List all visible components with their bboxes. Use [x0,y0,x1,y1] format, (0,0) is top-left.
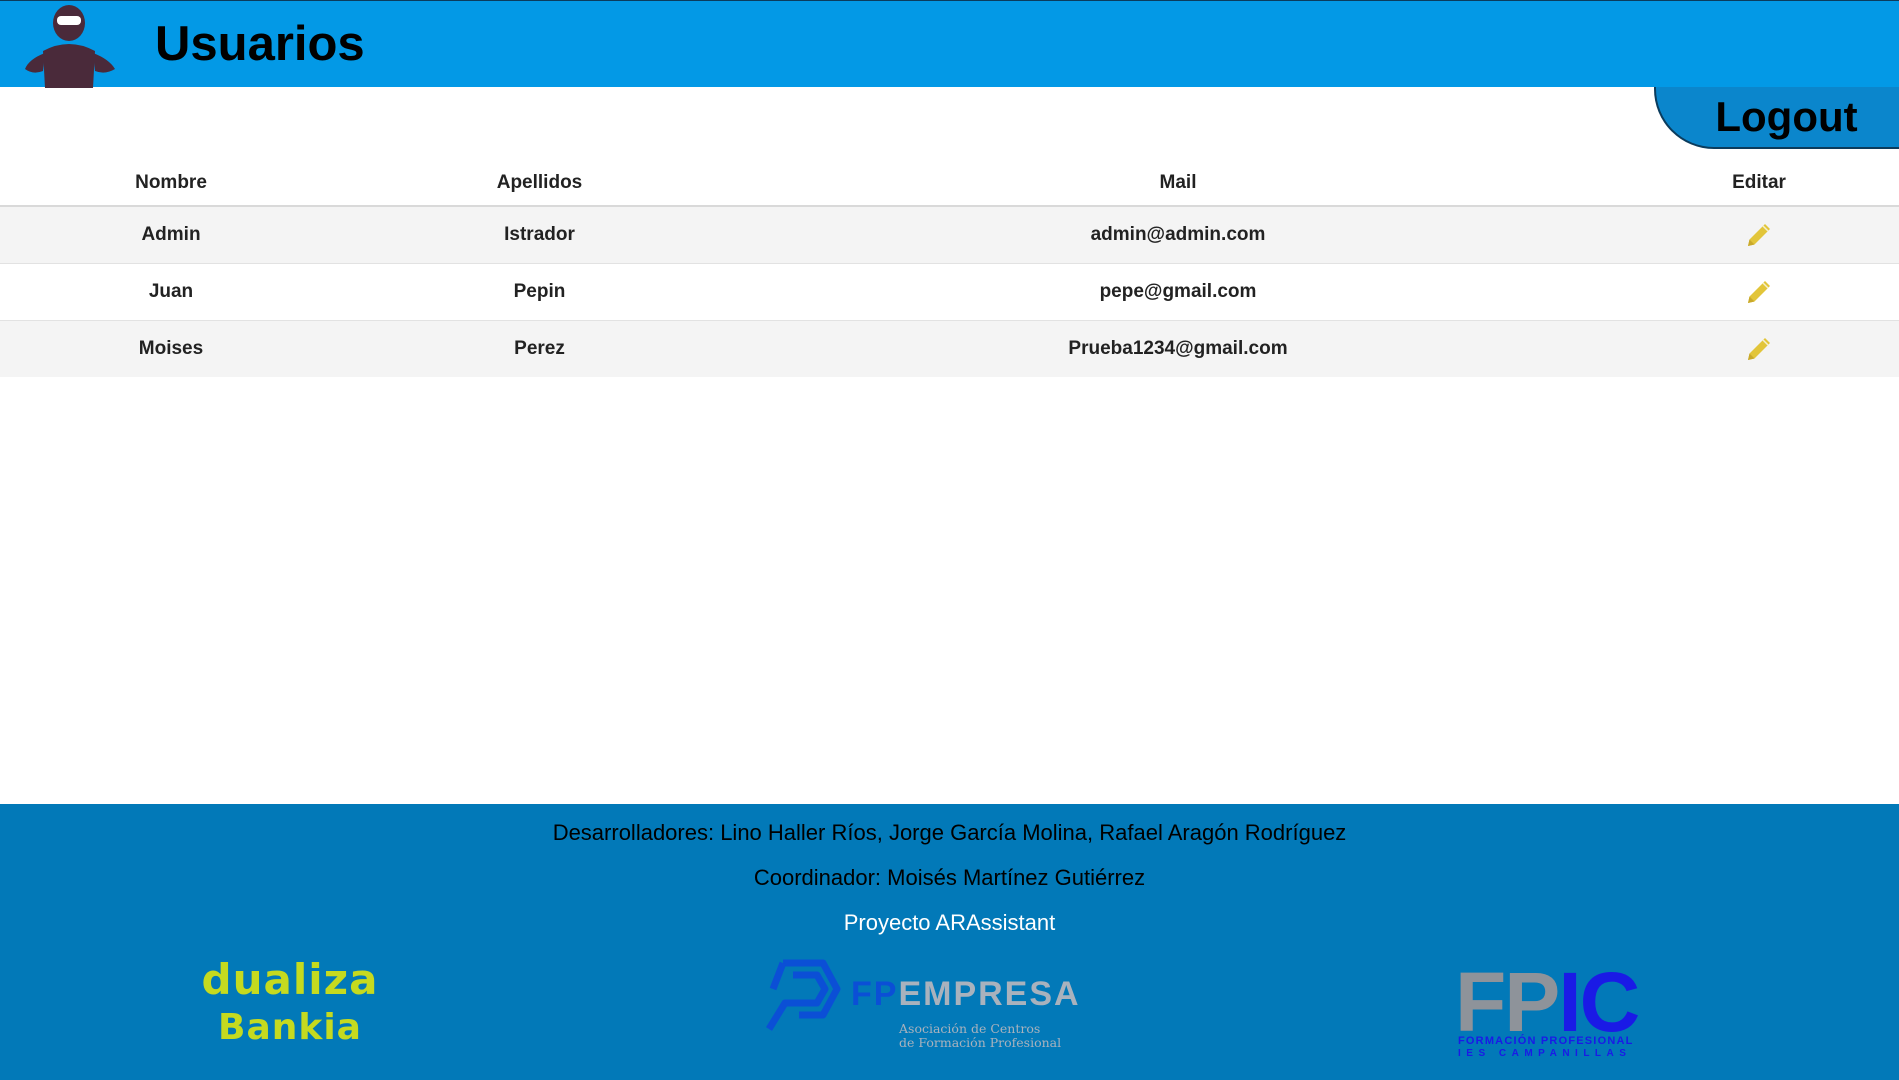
cell-editar [1619,263,1899,321]
user-avatar-icon [25,5,115,88]
column-header-apellidos: Apellidos [342,160,737,207]
cell-editar [1619,206,1899,264]
cell-apellidos: Perez [342,320,737,377]
cell-apellidos: Istrador [342,206,737,264]
pencil-icon[interactable] [1744,334,1774,364]
fpic-subtitle-1: FORMACIÓN PROFESIONAL [1458,1034,1634,1047]
cell-nombre: Admin [0,206,342,264]
dualiza-wordmark: dualiza [201,955,379,1004]
coordinator-credit: Coordinador: Moisés Martínez Gutiérrez [753,865,1146,890]
bankia-wordmark: Bankia [218,1007,362,1048]
cell-nombre: Moises [0,320,342,377]
developers-credit: Desarrolladores: Lino Haller Ríos, Jorge… [552,820,1347,845]
table-row: Admin Istrador admin@admin.com [0,206,1899,264]
fpempresa-logo: FPEMPRESA Asociación de Centros de Forma… [766,959,1081,1050]
users-table: Nombre Apellidos Mail Editar Admin Istra… [0,160,1899,377]
pencil-icon[interactable] [1744,277,1774,307]
cell-mail: Prueba1234@gmail.com [737,320,1619,377]
cell-nombre: Juan [0,263,342,321]
project-name: Proyecto ARAssistant [843,910,1056,935]
header-bar: Usuarios [0,0,1899,88]
fpempresa-name-text: EMPRESA [898,975,1080,1013]
column-header-mail: Mail [737,160,1619,207]
table-row: Moises Perez Prueba1234@gmail.com [0,320,1899,377]
table-row: Juan Pepin pepe@gmail.com [0,263,1899,321]
dualiza-bankia-logo: dualiza Bankia [190,956,390,1052]
cell-apellidos: Pepin [342,263,737,321]
cell-editar [1619,320,1899,377]
column-header-editar: Editar [1619,160,1899,207]
page-title: Usuarios [155,17,365,71]
pencil-icon[interactable] [1744,220,1774,250]
column-header-nombre: Nombre [0,160,342,207]
svg-text:FPEMPRESA: FPEMPRESA [851,975,1081,1013]
fpempresa-subtitle-2: de Formación Profesional [899,1035,1061,1050]
fpic-subtitle-2: IES CAMPANILLAS [1458,1048,1631,1059]
fpempresa-fp-text: FP [851,975,898,1013]
cell-mail: admin@admin.com [737,206,1619,264]
cell-mail: pepe@gmail.com [737,263,1619,321]
fpic-logo: FPIC FORMACIÓN PROFESIONAL IES CAMPANILL… [1455,961,1641,1059]
footer: Desarrolladores: Lino Haller Ríos, Jorge… [0,804,1899,1080]
fpempresa-subtitle-1: Asociación de Centros [898,1021,1040,1036]
logout-button[interactable]: Logout [1654,87,1899,149]
table-header-row: Nombre Apellidos Mail Editar [0,160,1899,207]
